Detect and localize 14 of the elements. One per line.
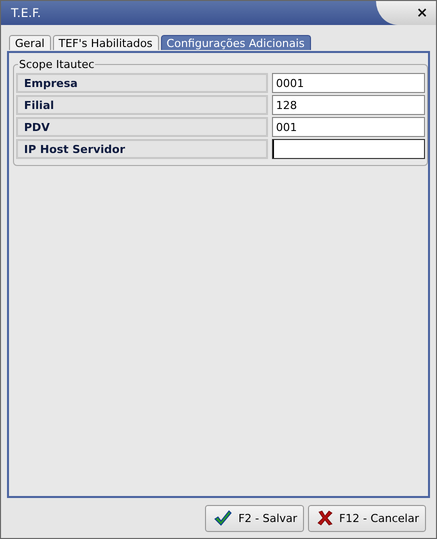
group-title: Scope Itautec	[18, 58, 96, 71]
tab[interactable]: TEF's Habilitados	[52, 35, 159, 50]
window-title: T.E.F.	[10, 6, 42, 20]
cancel-button[interactable]: F12 - Cancelar	[308, 504, 426, 532]
field-label: PDV	[16, 117, 268, 137]
save-button[interactable]: F2 - Salvar	[205, 504, 304, 532]
input-field[interactable]: 128	[272, 95, 425, 115]
tab[interactable]: Configurações Adicionais	[160, 35, 311, 50]
input-field[interactable]: 001	[272, 117, 425, 137]
field-label: Empresa	[16, 73, 268, 93]
field-label: Filial	[16, 95, 268, 115]
input-field[interactable]: 0001	[272, 73, 425, 93]
tab[interactable]: Geral	[9, 35, 51, 50]
field-label: IP Host Servidor	[16, 139, 268, 159]
